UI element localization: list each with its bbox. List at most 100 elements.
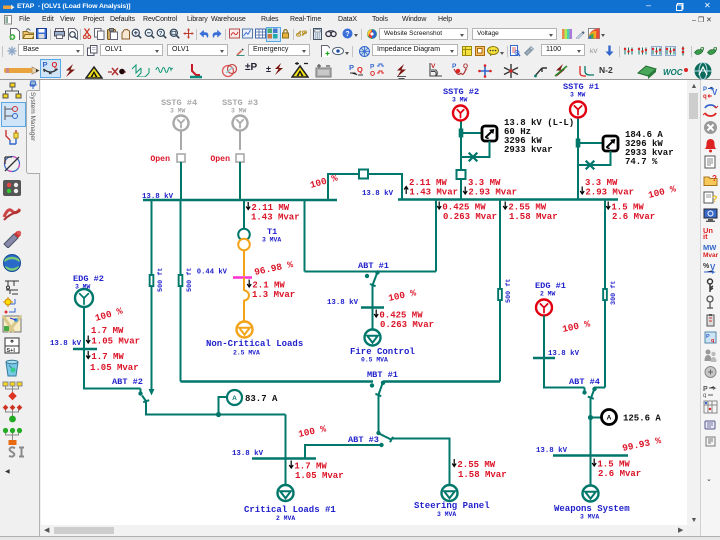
svg-text:13.8 kV: 13.8 kV bbox=[362, 190, 394, 198]
svg-text:2.55 MW: 2.55 MW bbox=[457, 460, 495, 470]
svg-text:P: P bbox=[43, 60, 48, 69]
svg-text:MBT #1: MBT #1 bbox=[367, 370, 398, 380]
svg-text:3.3 MW: 3.3 MW bbox=[585, 178, 618, 188]
svg-text:1.5 MW: 1.5 MW bbox=[611, 203, 644, 213]
svg-text:Q: Q bbox=[357, 65, 363, 74]
svg-text:0.5 MVA: 0.5 MVA bbox=[361, 357, 388, 364]
svg-text:EDG #2: EDG #2 bbox=[73, 274, 104, 284]
svg-text:2.5 MVA: 2.5 MVA bbox=[233, 350, 260, 357]
svg-text:3 MVA: 3 MVA bbox=[437, 511, 456, 518]
svg-text:13.8 kV: 13.8 kV bbox=[142, 193, 174, 201]
svg-text:Non-Critical Loads: Non-Critical Loads bbox=[206, 339, 303, 349]
svg-text:Q: Q bbox=[52, 60, 58, 69]
svg-text:S+I: S+I bbox=[7, 348, 16, 354]
svg-text:1.43 Mvar: 1.43 Mvar bbox=[251, 213, 300, 223]
svg-text:13.8 kV: 13.8 kV bbox=[536, 447, 568, 455]
svg-text:?: ? bbox=[712, 174, 717, 183]
svg-text:2933 kvar: 2933 kvar bbox=[504, 145, 553, 155]
svg-text:100 %: 100 % bbox=[387, 287, 417, 304]
svg-text:Fire Control: Fire Control bbox=[350, 347, 415, 357]
svg-text:?: ? bbox=[345, 31, 349, 38]
svg-text:74.7 %: 74.7 % bbox=[625, 157, 658, 167]
svg-text:Steering Panel: Steering Panel bbox=[414, 501, 490, 511]
svg-text:1.5 MW: 1.5 MW bbox=[597, 460, 630, 470]
svg-text:99.93 %: 99.93 % bbox=[621, 435, 662, 454]
svg-text:13.8 kV: 13.8 kV bbox=[327, 299, 359, 307]
svg-text:500 ft: 500 ft bbox=[186, 268, 194, 292]
svg-text:T1: T1 bbox=[267, 227, 277, 237]
svg-text:SSTG #1: SSTG #1 bbox=[563, 82, 599, 92]
svg-text:1.58 Mvar: 1.58 Mvar bbox=[458, 470, 507, 480]
svg-text:500 ft: 500 ft bbox=[505, 279, 513, 303]
svg-text:3 MW: 3 MW bbox=[231, 108, 247, 115]
svg-text:Open: Open bbox=[150, 155, 170, 164]
svg-text:1.43 Mvar: 1.43 Mvar bbox=[409, 188, 458, 198]
svg-text:Open: Open bbox=[210, 155, 230, 164]
svg-text:SSTG #3: SSTG #3 bbox=[222, 98, 258, 108]
svg-text:A: A bbox=[607, 414, 612, 421]
svg-text:0.425 MW: 0.425 MW bbox=[379, 311, 423, 321]
svg-text:ABT #4: ABT #4 bbox=[569, 377, 600, 387]
svg-text:1.05 Mvar: 1.05 Mvar bbox=[91, 337, 140, 347]
svg-text:0.425 MW: 0.425 MW bbox=[442, 203, 486, 213]
svg-text:%: % bbox=[703, 263, 710, 270]
svg-text:3 MW: 3 MW bbox=[75, 284, 91, 291]
svg-text:Mvar: Mvar bbox=[703, 252, 719, 258]
svg-text:it: it bbox=[703, 232, 708, 240]
svg-text:0.44 kV: 0.44 kV bbox=[197, 269, 228, 277]
svg-text:2.93 Mvar: 2.93 Mvar bbox=[468, 188, 517, 198]
svg-text:ABT #1: ABT #1 bbox=[358, 261, 389, 271]
svg-text:96.98 %: 96.98 % bbox=[253, 259, 294, 278]
svg-text:P: P bbox=[703, 386, 708, 393]
svg-text:q: q bbox=[711, 338, 714, 344]
svg-text:3.3 MW: 3.3 MW bbox=[468, 178, 501, 188]
svg-text:1.7 MW: 1.7 MW bbox=[91, 352, 124, 362]
svg-text:1.7 MW: 1.7 MW bbox=[91, 326, 124, 336]
svg-text:P: P bbox=[706, 334, 710, 340]
svg-text:2.93 Mvar: 2.93 Mvar bbox=[585, 188, 634, 198]
svg-text:100 %: 100 % bbox=[309, 172, 339, 190]
svg-text:3 MVA: 3 MVA bbox=[580, 514, 599, 521]
svg-text:WOC: WOC bbox=[663, 68, 683, 77]
svg-text:V: V bbox=[431, 63, 436, 70]
svg-text:Critical Loads #1: Critical Loads #1 bbox=[244, 505, 336, 515]
svg-text:1.05 Mvar: 1.05 Mvar bbox=[295, 471, 344, 481]
svg-text:Q: Q bbox=[370, 71, 375, 77]
svg-text:Weapons System: Weapons System bbox=[554, 504, 630, 514]
svg-text:2 MVA: 2 MVA bbox=[276, 515, 295, 522]
svg-text:ABT #3: ABT #3 bbox=[348, 435, 379, 445]
svg-text:2.11 MW: 2.11 MW bbox=[251, 203, 289, 213]
svg-text:500 ft: 500 ft bbox=[157, 268, 165, 292]
svg-text:q: q bbox=[703, 393, 706, 398]
svg-text:100 %: 100 % bbox=[297, 423, 327, 440]
svg-text:13.8 kV: 13.8 kV bbox=[232, 450, 264, 458]
svg-text:3 MVA: 3 MVA bbox=[262, 237, 281, 244]
svg-text:125.6 A: 125.6 A bbox=[623, 414, 661, 424]
svg-text:0.263 Mvar: 0.263 Mvar bbox=[443, 212, 497, 222]
svg-text:2.1 MW: 2.1 MW bbox=[252, 281, 285, 291]
svg-text:2.11 MW: 2.11 MW bbox=[409, 178, 447, 188]
svg-text:SSTG #4: SSTG #4 bbox=[161, 98, 197, 108]
svg-text:MW: MW bbox=[703, 243, 717, 252]
svg-text:ABT #2: ABT #2 bbox=[112, 377, 143, 387]
svg-text:13.8 kV: 13.8 kV bbox=[548, 350, 580, 358]
svg-text:2 MW: 2 MW bbox=[540, 291, 556, 298]
svg-text:V: V bbox=[712, 88, 718, 97]
svg-text:?: ? bbox=[712, 194, 718, 204]
svg-text:1.05 Mvar: 1.05 Mvar bbox=[90, 363, 139, 373]
svg-text:2.55 MW: 2.55 MW bbox=[508, 203, 546, 213]
svg-text:2.6 Mvar: 2.6 Mvar bbox=[598, 469, 641, 479]
svg-text:13.8 kV: 13.8 kV bbox=[50, 340, 82, 348]
svg-text:1.58 Mvar: 1.58 Mvar bbox=[509, 212, 558, 222]
svg-text:3 MW: 3 MW bbox=[452, 97, 468, 104]
svg-text:SSTG #2: SSTG #2 bbox=[443, 87, 479, 97]
svg-text:3 MW: 3 MW bbox=[170, 108, 186, 115]
svg-text:300 ft: 300 ft bbox=[610, 281, 618, 305]
svg-text:1.7 MW: 1.7 MW bbox=[294, 462, 327, 472]
svg-text:100 %: 100 % bbox=[561, 318, 591, 335]
svg-text:P: P bbox=[370, 64, 375, 71]
svg-text:3 MW: 3 MW bbox=[570, 92, 586, 99]
svg-text:±: ± bbox=[266, 64, 271, 74]
svg-text:q: q bbox=[703, 94, 707, 100]
svg-text:EDG #1: EDG #1 bbox=[535, 281, 566, 291]
